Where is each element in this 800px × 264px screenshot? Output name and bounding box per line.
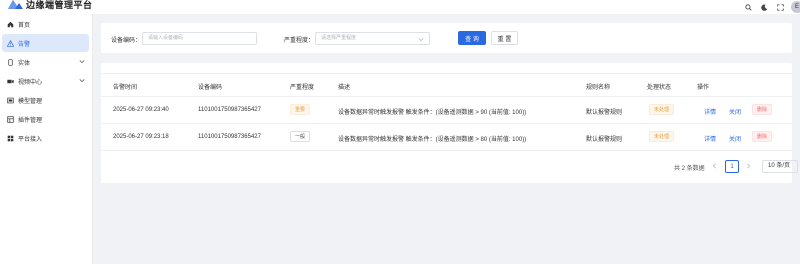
home-icon bbox=[7, 21, 14, 28]
table-header: 告警时间 设备编码 严重程度 描述 规则名称 处理状态 操作 bbox=[101, 73, 792, 97]
query-button[interactable]: 查 询 bbox=[458, 31, 486, 45]
sidebar-item-video-center[interactable]: 视频中心 bbox=[2, 72, 89, 90]
chevron-down-icon bbox=[79, 78, 85, 85]
next-page-icon[interactable] bbox=[746, 163, 751, 171]
device-code: 1101001750987365427 bbox=[198, 134, 261, 140]
status-badge: 未处理 bbox=[649, 131, 675, 142]
close-link[interactable]: 关闭 bbox=[729, 134, 741, 143]
column-header: 严重程度 bbox=[290, 85, 315, 91]
close-link[interactable]: 关闭 bbox=[729, 107, 741, 116]
status-badge: 未处理 bbox=[649, 104, 675, 115]
chevron-down-icon bbox=[418, 36, 424, 47]
detail-link[interactable]: 详情 bbox=[704, 107, 716, 116]
severity-label: 严重程度： bbox=[284, 38, 315, 44]
column-header: 规则名称 bbox=[586, 85, 611, 91]
severity-select[interactable]: 请选择严重程度 bbox=[315, 32, 430, 45]
top-bar: 边缘端管理平台 E bbox=[0, 0, 800, 14]
app-title: 边缘端管理平台 bbox=[26, 0, 93, 10]
page-number[interactable]: 1 bbox=[725, 160, 739, 173]
total-count: 共 2 条数据 bbox=[674, 166, 705, 172]
device-code-label: 设备编码： bbox=[111, 38, 142, 44]
sidebar-item-entity[interactable]: 实体 bbox=[2, 53, 89, 71]
sidebar-item-label: 告警 bbox=[18, 41, 31, 48]
delete-button[interactable]: 删除 bbox=[752, 131, 773, 142]
sidebar-item-label: 首页 bbox=[18, 22, 31, 29]
sidebar-item-platform-access[interactable]: 平台接入 bbox=[2, 129, 89, 147]
sidebar-item-label: 实体 bbox=[18, 60, 31, 67]
warning-icon bbox=[7, 39, 14, 47]
prev-page-icon[interactable] bbox=[712, 163, 717, 171]
device-icon bbox=[7, 58, 14, 66]
sidebar-item-model-management[interactable]: 模型管理 bbox=[2, 91, 89, 109]
chevron-down-icon bbox=[79, 59, 85, 66]
alarm-time: 2025-06-27 09:23:40 bbox=[113, 107, 169, 113]
column-header: 设备编码 bbox=[198, 85, 223, 91]
reset-button[interactable]: 重 置 bbox=[491, 31, 518, 45]
column-header: 处理状态 bbox=[647, 85, 672, 91]
page-size-select[interactable]: 10 条/页 bbox=[762, 160, 798, 173]
device-code-input[interactable]: 请输入设备编码 bbox=[142, 32, 257, 45]
page-size-value: 10 条/页 bbox=[768, 163, 791, 169]
column-header: 操作 bbox=[697, 85, 710, 91]
severity-badge: 重要 bbox=[290, 104, 311, 115]
delete-button[interactable]: 删除 bbox=[752, 104, 773, 115]
sidebar-item-label: 插件管理 bbox=[18, 117, 43, 124]
description: 设备数据异常时触发报警 触发条件：(设备遥测数据 > 80 (当前值: 100)… bbox=[338, 137, 527, 143]
platform-icon bbox=[7, 135, 14, 142]
description: 设备数据异常时触发报警 触发条件：(设备遥测数据 > 90 (当前值: 100)… bbox=[338, 110, 527, 116]
table-row: 2025-06-27 09:23:40 1101001750987365427 … bbox=[101, 97, 792, 124]
pagination: 共 2 条数据 1 10 条/页 bbox=[0, 160, 800, 174]
rule-name: 默认报警规则 bbox=[586, 137, 623, 143]
sidebar: 首页 告警 实体 视频中心 模型管理 插件管理 平台接入 bbox=[0, 14, 93, 264]
sidebar-item-label: 平台接入 bbox=[18, 136, 43, 143]
table-row: 2025-06-27 09:23:18 1101001750987365427 … bbox=[101, 124, 792, 151]
sidebar-item-label: 视频中心 bbox=[18, 79, 43, 86]
moon-icon[interactable] bbox=[759, 2, 769, 12]
search-icon[interactable] bbox=[743, 2, 753, 12]
device-code: 1101001750987365427 bbox=[198, 107, 261, 113]
plugin-icon bbox=[7, 115, 14, 123]
fullscreen-icon[interactable] bbox=[775, 2, 785, 12]
severity-badge: 一般 bbox=[290, 131, 311, 142]
filter-panel: 设备编码： 请输入设备编码 严重程度： 请选择严重程度 查 询 重 置 bbox=[101, 23, 792, 53]
sidebar-item-home[interactable]: 首页 bbox=[2, 15, 89, 33]
app-logo bbox=[6, 0, 24, 10]
sidebar-item-label: 模型管理 bbox=[18, 98, 43, 105]
column-header: 告警时间 bbox=[113, 85, 138, 91]
severity-placeholder: 请选择严重程度 bbox=[321, 35, 357, 41]
column-header: 描述 bbox=[338, 85, 351, 91]
sidebar-item-plugin-management[interactable]: 插件管理 bbox=[2, 110, 89, 128]
video-icon bbox=[7, 78, 14, 85]
sidebar-item-alarm[interactable]: 告警 bbox=[2, 34, 89, 52]
user-avatar[interactable]: E bbox=[791, 1, 800, 13]
detail-link[interactable]: 详情 bbox=[704, 134, 716, 143]
rule-name: 默认报警规则 bbox=[586, 110, 623, 116]
model-icon bbox=[7, 97, 14, 104]
alarm-time: 2025-06-27 09:23:18 bbox=[113, 134, 169, 140]
